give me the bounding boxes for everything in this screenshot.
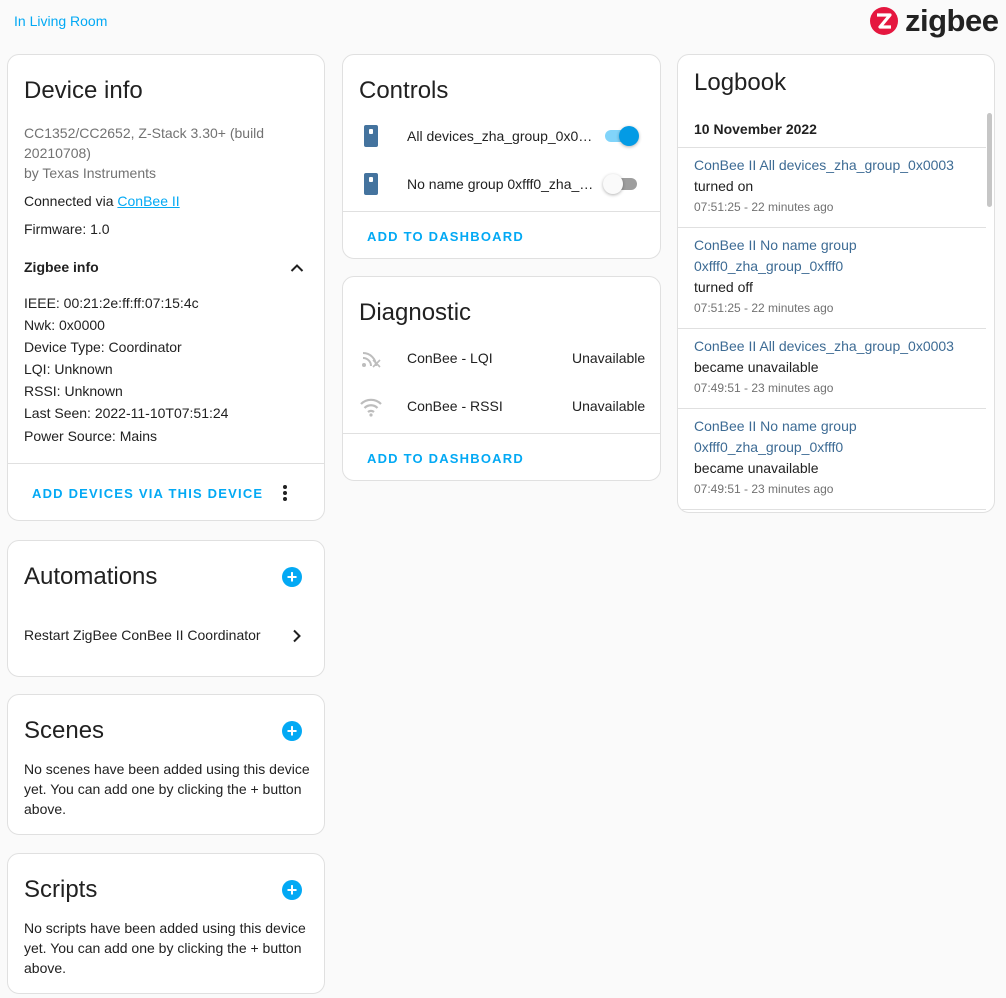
diagnostic-value: Unavailable [572,350,646,366]
device-model: CC1352/CC2652, Z-Stack 3.30+ (build [24,125,265,141]
automation-item-label: Restart ZigBee ConBee II Coordinator [24,627,261,643]
device-model-build: 20210708) [24,145,91,161]
diagnostic-title: Diagnostic [359,299,472,326]
chevron-right-icon [293,629,301,643]
zigbee-info-header[interactable]: Zigbee info [8,251,324,281]
divider [343,211,660,212]
log-entry-name[interactable]: 0xfff0_zha_group_0xfff0 [694,437,843,458]
scenes-empty-text: above. [24,801,67,817]
logbook-date: 10 November 2022 [694,121,817,137]
divider [678,509,986,510]
add-to-dashboard-button[interactable]: ADD TO DASHBOARD [367,451,524,466]
diagnostic-card: Diagnostic ConBee - LQI Unavailable ConB… [342,276,661,481]
scenes-title: Scenes [24,717,105,744]
divider [678,227,986,228]
scripts-title: Scripts [24,876,98,903]
control-name: No name group 0xfff0_zha_… [407,176,594,192]
signal-icon [362,352,381,368]
log-entry-name[interactable]: ConBee II No name group [694,235,857,256]
add-automation-button[interactable]: + [282,567,302,587]
log-entry-name[interactable]: ConBee II No name group [694,416,857,437]
divider [8,463,324,464]
divider [678,147,986,148]
divider [343,433,660,434]
automations-title: Automations [24,563,158,590]
log-entry-name[interactable]: ConBee II All devices_zha_group_0x0003 [694,336,954,357]
control-row[interactable]: No name group 0xfff0_zha_… [343,167,660,203]
logbook-scrollbar[interactable] [987,113,992,207]
more-vert-icon[interactable] [282,484,288,502]
control-row[interactable]: All devices_zha_group_0x0… [343,119,660,155]
zigbee-last-seen: Last Seen: 2022-11-10T07:51:24 [24,405,229,421]
logbook-title: Logbook [694,69,787,96]
controls-card: Controls All devices_zha_group_0x0… No n… [342,54,661,259]
diagnostic-name: ConBee - LQI [407,350,493,366]
log-entry-message: became unavailable [694,460,819,476]
connected-via-link[interactable]: ConBee II [117,193,179,209]
logbook-card: Logbook 10 November 2022 ConBee II All d… [677,54,995,513]
zigbee-logo-text: zigbee [905,3,999,38]
add-to-dashboard-button[interactable]: ADD TO DASHBOARD [367,229,524,244]
chevron-up-icon [290,264,304,272]
firmware: Firmware: 1.0 [24,221,110,237]
add-scene-button[interactable]: + [282,721,302,741]
log-entry-name[interactable]: 0xfff0_zha_group_0xfff0 [694,256,843,277]
add-devices-button[interactable]: ADD DEVICES VIA THIS DEVICE [32,486,263,501]
scenes-empty-text: yet. You can add one by clicking the + b… [24,781,302,797]
log-entry-time: 07:49:51 - 23 minutes ago [694,482,834,496]
scripts-empty-text: above. [24,960,67,976]
log-entry-time: 07:51:25 - 22 minutes ago [694,200,834,214]
device-info-card: Device info CC1352/CC2652, Z-Stack 3.30+… [7,54,325,521]
automations-card: Automations + Restart ZigBee ConBee II C… [7,540,325,677]
log-entry-time: 07:49:51 - 23 minutes ago [694,381,834,395]
divider [678,328,986,329]
scripts-empty-text: yet. You can add one by clicking the + b… [24,940,302,956]
scripts-empty-text: No scripts have been added using this de… [24,920,306,936]
zigbee-lqi: LQI: Unknown [24,361,113,377]
zigbee-nwk: Nwk: 0x0000 [24,317,105,333]
zigbee-device-type: Device Type: Coordinator [24,339,182,355]
zigbee-info-title: Zigbee info [24,259,99,275]
zigbee-power-source: Power Source: Mains [24,428,158,444]
zigbee-rssi: RSSI: Unknown [24,383,123,399]
device-icon [364,173,378,195]
zigbee-logo: zigbee [869,3,999,38]
diagnostic-value: Unavailable [572,398,646,414]
diagnostic-row[interactable]: ConBee - LQI Unavailable [343,341,660,377]
log-entry-message: became unavailable [694,359,819,375]
control-toggle[interactable] [603,174,639,194]
scenes-card: Scenes + No scenes have been added using… [7,694,325,835]
diagnostic-row[interactable]: ConBee - RSSI Unavailable [343,389,660,425]
controls-title: Controls [359,77,449,104]
automation-item[interactable]: Restart ZigBee ConBee II Coordinator [8,623,324,649]
device-info-title: Device info [24,77,143,104]
device-icon [364,125,378,147]
zigbee-ieee: IEEE: 00:21:2e:ff:ff:07:15:4c [24,295,199,311]
divider [678,408,986,409]
control-toggle[interactable] [603,126,639,146]
zigbee-logo-icon [870,7,898,35]
control-name: All devices_zha_group_0x0… [407,128,593,144]
diagnostic-name: ConBee - RSSI [407,398,503,414]
log-entry-message: turned on [694,178,754,194]
connected-via-label: Connected via [24,193,118,209]
wifi-icon [360,398,382,417]
device-manufacturer: by Texas Instruments [24,165,157,181]
log-entry-time: 07:51:25 - 22 minutes ago [694,301,834,315]
connected-via: Connected via ConBee II [24,193,180,209]
log-entry-name[interactable]: ConBee II All devices_zha_group_0x0003 [694,155,954,176]
area-link[interactable]: In Living Room [14,13,107,29]
scenes-empty-text: No scenes have been added using this dev… [24,761,310,777]
log-entry-message: turned off [694,279,753,295]
add-script-button[interactable]: + [282,880,302,900]
scripts-card: Scripts + No scripts have been added usi… [7,853,325,994]
